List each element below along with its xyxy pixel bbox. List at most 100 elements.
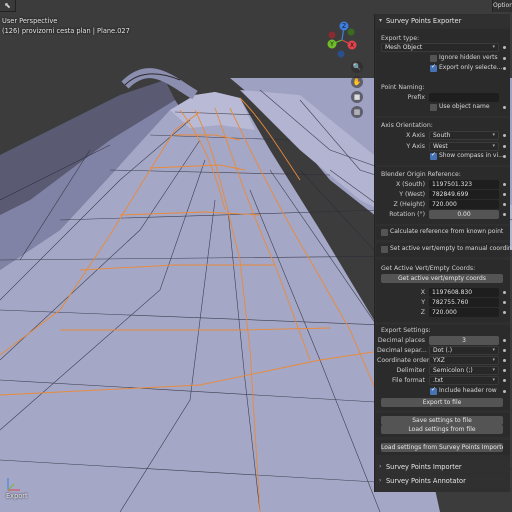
active-coords-label: Get Active Vert/Empty Coords:	[381, 265, 476, 272]
decimal-places-field[interactable]: 3	[429, 336, 499, 345]
origin-z-field[interactable]: 720.000	[429, 200, 499, 209]
x-axis-label: X Axis	[405, 132, 425, 139]
keyframe-dot-icon[interactable]	[503, 301, 506, 304]
chevron-right-icon: ›	[379, 477, 382, 484]
export-type-dropdown[interactable]: Mesh Object ▾	[381, 43, 499, 52]
gizmo-z-label: Z	[342, 23, 346, 30]
delimiter-label: Delimiter	[396, 367, 425, 374]
x-axis-value: South	[433, 132, 451, 139]
keyframe-dot-icon[interactable]	[503, 155, 506, 158]
chevron-down-icon: ▾	[492, 367, 495, 373]
chevron-down-icon: ▾	[492, 357, 495, 363]
gizmo-x-label: X	[350, 42, 354, 49]
load-from-importer-button[interactable]: Load settings from Survey Points Importe…	[381, 443, 503, 452]
save-settings-button[interactable]: Save settings to file	[381, 416, 503, 425]
prefix-input[interactable]	[429, 93, 499, 102]
camera-icon[interactable]: ■	[351, 91, 363, 103]
calculate-reference-checkbox[interactable]	[381, 229, 388, 236]
y-axis-dropdown[interactable]: West ▾	[429, 142, 499, 151]
file-format-label: File format	[392, 377, 425, 384]
annotator-panel-header[interactable]: › Survey Points Annotator	[376, 475, 510, 487]
tool-icon[interactable]: ⬉	[0, 0, 16, 12]
set-active-vert-label: Set active vert/empty to manual coordina…	[390, 245, 512, 252]
keyframe-dot-icon[interactable]	[503, 213, 506, 216]
options-button[interactable]: Options	[492, 0, 512, 12]
chevron-down-icon: ▾	[492, 44, 495, 50]
ignore-hidden-label: Ignore hidden verts	[439, 54, 498, 61]
decimal-places-label: Decimal places	[377, 337, 425, 344]
export-type-label: Export type:	[381, 35, 420, 42]
decimal-separator-dropdown[interactable]: Dot (.) ▾	[429, 346, 499, 355]
keyframe-dot-icon[interactable]	[503, 57, 506, 60]
keyframe-dot-icon[interactable]	[503, 369, 506, 372]
include-header-checkbox[interactable]	[430, 386, 437, 395]
keyframe-dot-icon[interactable]	[503, 67, 506, 70]
keyframe-dot-icon[interactable]	[503, 390, 506, 393]
importer-panel-header[interactable]: › Survey Points Importer	[376, 461, 510, 473]
coordinate-order-value: YXZ	[433, 357, 445, 364]
file-format-dropdown[interactable]: .txt ▾	[429, 376, 499, 385]
zoom-icon[interactable]: 🔍	[351, 61, 363, 73]
x-axis-dropdown[interactable]: South ▾	[429, 131, 499, 140]
export-only-selected-checkbox[interactable]	[430, 63, 437, 72]
chevron-down-icon: ▾	[492, 143, 495, 149]
keyframe-dot-icon[interactable]	[503, 193, 506, 196]
active-y-label: Y	[421, 299, 425, 306]
export-type-value: Mesh Object	[385, 44, 423, 51]
origin-x-label: X (South)	[395, 181, 425, 188]
export-settings-label: Export Settings:	[381, 327, 431, 334]
file-format-value: .txt	[433, 377, 444, 384]
keyframe-dot-icon[interactable]	[503, 311, 506, 314]
grid-view-icon[interactable]: ▦	[351, 106, 363, 118]
get-active-coords-button[interactable]: Get active vert/empty coords	[381, 274, 503, 283]
rotation-field[interactable]: 0.00	[429, 210, 499, 219]
active-y-field[interactable]: 782755.760	[429, 298, 499, 307]
keyframe-dot-icon[interactable]	[503, 203, 506, 206]
delimiter-dropdown[interactable]: Semicolon (;) ▾	[429, 366, 499, 375]
active-x-field[interactable]: 1197608.830	[429, 288, 499, 297]
operator-label: Export	[6, 492, 28, 500]
load-settings-button[interactable]: Load settings from file	[381, 425, 503, 434]
sidebar-panel: ▾ Survey Points Exporter Export type: Me…	[374, 14, 512, 492]
view-subtitle: (126) provizorni cesta plan | Plane.027	[2, 27, 130, 35]
show-compass-checkbox[interactable]	[430, 151, 437, 160]
exporter-panel-header[interactable]: ▾ Survey Points Exporter	[376, 15, 510, 27]
set-active-vert-checkbox[interactable]	[381, 246, 388, 253]
keyframe-dot-icon[interactable]	[503, 291, 506, 294]
keyframe-dot-icon[interactable]	[503, 359, 506, 362]
origin-z-label: Z (Height)	[393, 201, 426, 208]
keyframe-dot-icon[interactable]	[503, 46, 506, 49]
importer-panel-title: Survey Points Importer	[386, 463, 462, 471]
keyframe-dot-icon[interactable]	[503, 134, 506, 137]
decimal-separator-value: Dot (.)	[433, 347, 453, 354]
active-x-label: X	[420, 289, 425, 296]
keyframe-dot-icon[interactable]	[503, 339, 506, 342]
chevron-down-icon: ▾	[379, 17, 383, 24]
hand-pan-icon[interactable]: ✋	[351, 76, 363, 88]
keyframe-dot-icon[interactable]	[503, 183, 506, 186]
chevron-down-icon: ▾	[492, 347, 495, 353]
ignore-hidden-checkbox[interactable]	[430, 55, 437, 62]
keyframe-dot-icon[interactable]	[503, 379, 506, 382]
origin-y-field[interactable]: 782849.699	[429, 190, 499, 199]
point-naming-label: Point Naming:	[381, 84, 425, 91]
keyframe-dot-icon[interactable]	[503, 349, 506, 352]
coordinate-order-dropdown[interactable]: YXZ ▾	[429, 356, 499, 365]
keyframe-dot-icon[interactable]	[503, 145, 506, 148]
y-axis-label: Y Axis	[406, 143, 425, 150]
origin-x-field[interactable]: 1197501.323	[429, 180, 499, 189]
view-title: User Perspective	[2, 17, 58, 25]
coordinate-order-label: Coordinate order	[377, 357, 430, 364]
chevron-right-icon: ›	[379, 463, 382, 470]
active-z-field[interactable]: 720.000	[429, 308, 499, 317]
show-compass-label: Show compass in vi...	[439, 152, 504, 159]
navigation-gizmo[interactable]: X Y Z	[320, 18, 364, 62]
origin-y-label: Y (West)	[399, 191, 425, 198]
chevron-down-icon: ▾	[492, 132, 495, 138]
active-z-label: Z	[420, 309, 425, 316]
export-to-file-button[interactable]: Export to file	[381, 398, 503, 407]
export-only-selected-label: Export only selecte...	[439, 64, 503, 71]
decimal-separator-label: Decimal separ...	[377, 347, 427, 354]
use-object-name-checkbox[interactable]	[430, 104, 437, 111]
keyframe-dot-icon[interactable]	[503, 106, 506, 109]
